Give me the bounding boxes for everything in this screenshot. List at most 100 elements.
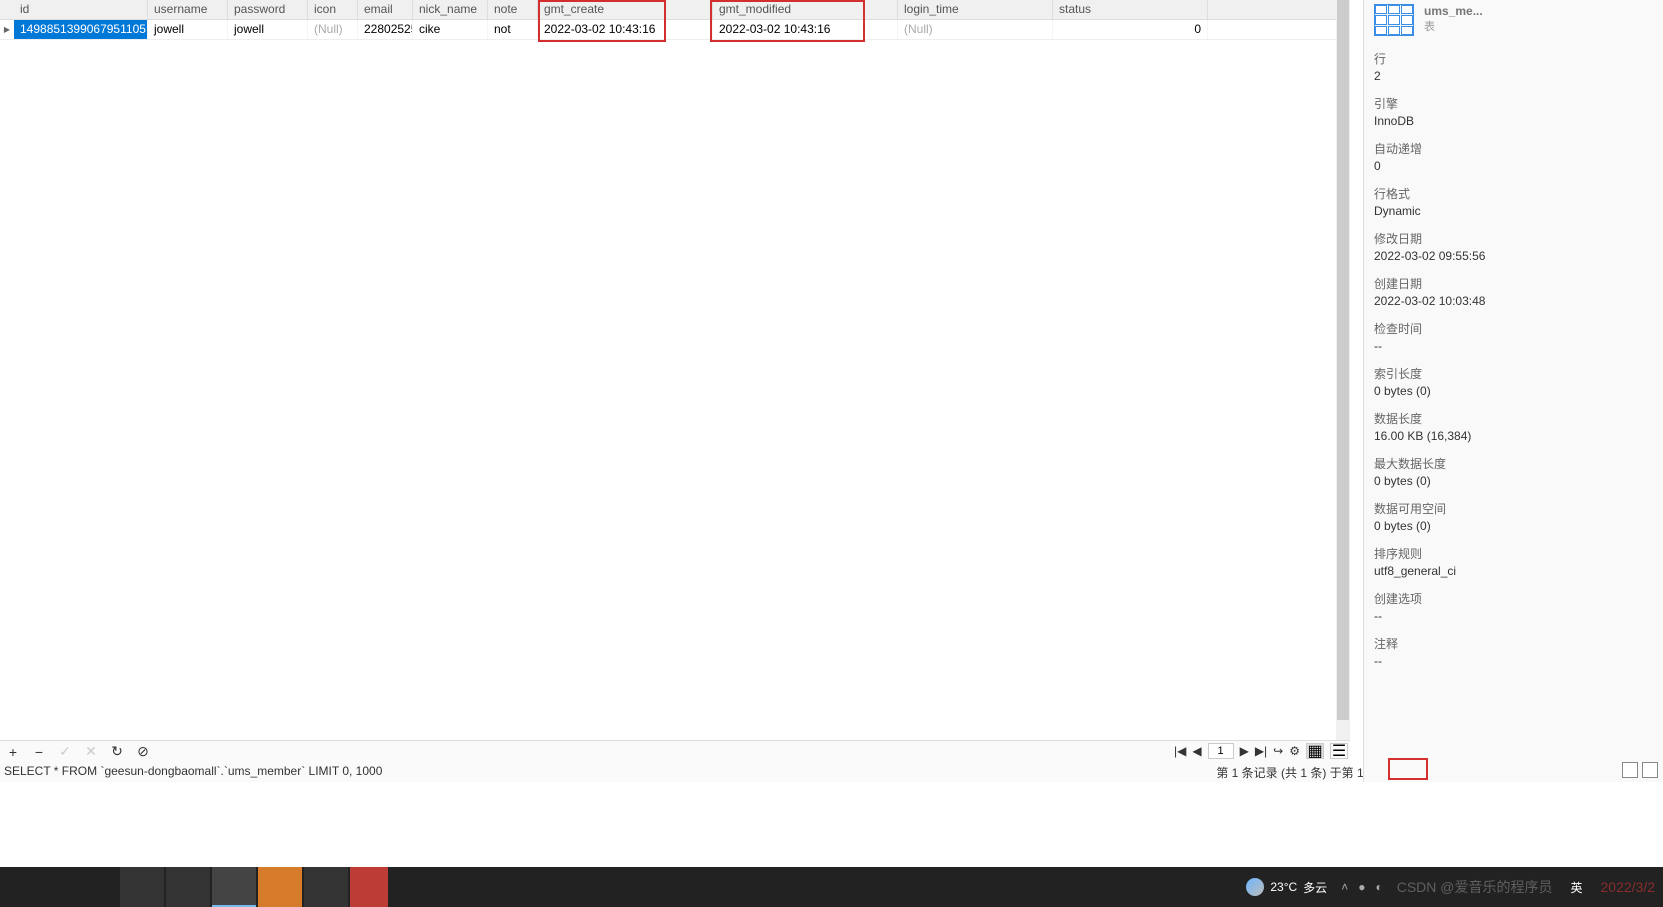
table-row[interactable]: 1498851399067951105 jowell jowell (Null)… [0,20,1350,40]
panel-subtitle: 表 [1424,18,1483,34]
tray-chevron-icon[interactable]: ˄ [1341,880,1348,894]
system-tray[interactable]: ˄ ● ◐ [1341,880,1383,894]
add-row-button[interactable]: + [4,744,22,760]
grid-view-button[interactable]: ▦ [1306,743,1324,759]
cell-email[interactable]: 22802525: [358,20,413,39]
table-header-row: id username password icon email nick_nam… [0,0,1350,20]
col-password[interactable]: password [228,0,308,19]
weather-temp: 23°C [1270,880,1297,894]
task-item-3[interactable] [212,867,256,907]
meta-indexlen-value: 0 bytes (0) [1374,384,1653,398]
properties-panel: ums_me... 表 行 2 引擎 InnoDB 自动递增 0 行格式 Dynamic… [1363,0,1663,782]
meta-maxlen-value: 0 bytes (0) [1374,474,1653,488]
meta-collation-value: utf8_general_ci [1374,564,1653,578]
record-status: 第 1 条记录 (共 1 条) 于第 1 页 [1212,762,1383,782]
meta-datafree-label: 数据可用空间 [1374,500,1653,517]
meta-rowfmt-label: 行格式 [1374,185,1653,202]
meta-datalen-label: 数据长度 [1374,410,1653,427]
refresh-button[interactable]: ↻ [108,743,126,760]
table-icon [1374,4,1414,36]
meta-datalen-value: 16.00 KB (16,384) [1374,429,1653,443]
col-status[interactable]: status [1053,0,1208,19]
meta-rowfmt-value: Dynamic [1374,204,1653,218]
col-icon[interactable]: icon [308,0,358,19]
toggle-panel-right[interactable] [1642,762,1658,778]
meta-createopt-value: -- [1374,609,1653,623]
toggle-panel-left[interactable] [1622,762,1638,778]
last-page-button[interactable]: ▶| [1255,744,1267,758]
cell-id[interactable]: 1498851399067951105 [14,20,148,39]
meta-check-label: 检查时间 [1374,320,1653,337]
cell-username[interactable]: jowell [148,20,228,39]
scrollbar-thumb[interactable] [1337,0,1349,720]
meta-comment-label: 注释 [1374,635,1653,652]
meta-rows-value: 2 [1374,69,1653,83]
cell-gmt-modified[interactable]: 2022-03-02 10:43:16 [713,20,898,39]
task-item-5[interactable] [304,867,348,907]
tray-icon-1[interactable]: ● [1358,880,1365,894]
grid-nav-toolbar: |◀ ◀ ▶ ▶| ↪ ⚙ ▦ ☰ [1174,740,1348,762]
task-item-4[interactable] [258,867,302,907]
goto-button[interactable]: ↪ [1273,744,1283,758]
delete-row-button[interactable]: − [30,744,48,760]
stop-button[interactable]: ⊘ [134,743,152,760]
meta-created-value: 2022-03-02 10:03:48 [1374,294,1653,308]
panel-title: ums_me... [1424,4,1483,18]
watermark: CSDN @爱音乐的程序员 [1397,877,1553,897]
col-note[interactable]: note [488,0,538,19]
meta-autoinc-label: 自动递增 [1374,140,1653,157]
weather-icon [1246,878,1264,896]
meta-rows-label: 行 [1374,50,1653,67]
col-id[interactable]: id [14,0,148,19]
col-gmt-modified[interactable]: gmt_modified [713,0,898,19]
meta-autoinc-value: 0 [1374,159,1653,173]
page-input[interactable] [1208,743,1234,759]
weather-desc: 多云 [1303,879,1327,896]
data-grid-area: id username password icon email nick_nam… [0,0,1350,740]
cell-icon[interactable]: (Null) [308,20,358,39]
col-email[interactable]: email [358,0,413,19]
col-login-time[interactable]: login_time [898,0,1053,19]
cell-login-time[interactable]: (Null) [898,20,1053,39]
prev-page-button[interactable]: ◀ [1192,744,1201,758]
cell-status[interactable]: 0 [1053,20,1208,39]
meta-maxlen-label: 最大数据长度 [1374,455,1653,472]
first-page-button[interactable]: |◀ [1174,744,1186,758]
sql-statement: SELECT * FROM `geesun-dongbaomall`.`ums_… [0,762,1350,782]
meta-engine-value: InnoDB [1374,114,1653,128]
col-nickname[interactable]: nick_name [413,0,488,19]
meta-modified-value: 2022-03-02 09:55:56 [1374,249,1653,263]
meta-check-value: -- [1374,339,1653,353]
cell-gmt-create[interactable]: 2022-03-02 10:43:16 [538,20,713,39]
clock-area[interactable]: 2022/3/2 [1601,879,1656,895]
settings-button[interactable]: ⚙ [1289,744,1300,758]
weather-widget[interactable]: 23°C 多云 [1246,878,1327,896]
col-username[interactable]: username [148,0,228,19]
task-item-6[interactable] [350,867,388,907]
windows-taskbar: 23°C 多云 ˄ ● ◐ CSDN @爱音乐的程序员 英 2022/3/2 [0,867,1663,907]
panel-toggle-group [1622,762,1658,778]
meta-createopt-label: 创建选项 [1374,590,1653,607]
col-gmt-create[interactable]: gmt_create [538,0,713,19]
task-item-2[interactable] [166,867,210,907]
meta-collation-label: 排序规则 [1374,545,1653,562]
cancel-button[interactable]: ✕ [82,743,100,760]
cell-nickname[interactable]: cike [413,20,488,39]
meta-comment-value: -- [1374,654,1653,668]
grid-toolbar: + − ✓ ✕ ↻ ⊘ [0,740,1350,762]
meta-datafree-value: 0 bytes (0) [1374,519,1653,533]
next-page-button[interactable]: ▶ [1240,744,1249,758]
meta-created-label: 创建日期 [1374,275,1653,292]
meta-engine-label: 引擎 [1374,95,1653,112]
tray-icon-2[interactable]: ◐ [1375,880,1382,894]
cell-note[interactable]: not [488,20,538,39]
meta-modified-label: 修改日期 [1374,230,1653,247]
form-view-button[interactable]: ☰ [1330,743,1348,759]
task-item-1[interactable] [120,867,164,907]
apply-button[interactable]: ✓ [56,743,74,760]
vertical-scrollbar[interactable] [1336,0,1350,760]
row-marker-icon [0,20,14,39]
cell-password[interactable]: jowell [228,20,308,39]
date-text: 2022/3/2 [1601,879,1656,895]
ime-indicator[interactable]: 英 [1566,877,1586,898]
